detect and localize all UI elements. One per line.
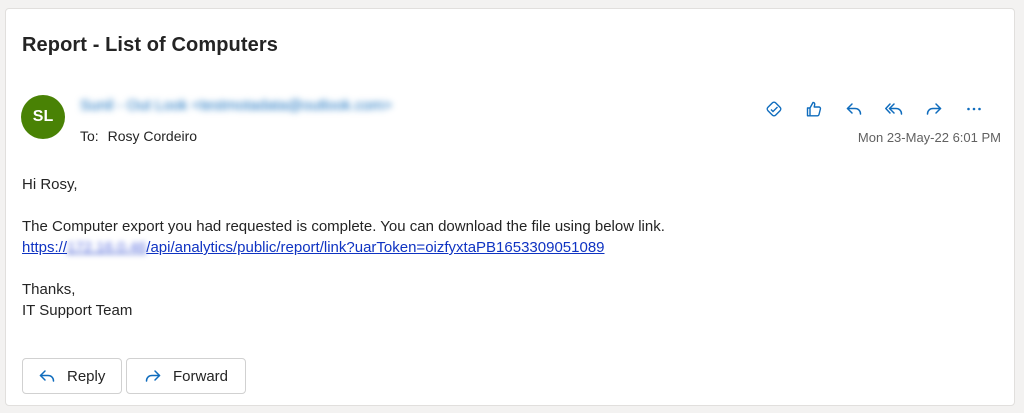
forward-action-button[interactable] (914, 93, 954, 125)
link-prefix: https:// (22, 239, 68, 256)
like-button[interactable] (794, 93, 834, 125)
reply-all-icon (885, 103, 903, 115)
like-icon (806, 101, 822, 117)
recipient-line: To: Rosy Cordeiro (80, 128, 197, 144)
link-host: 172.16.0.46 (67, 239, 147, 256)
more-icon (967, 107, 981, 111)
report-link[interactable]: https://172.16.0.46/api/analytics/public… (22, 239, 605, 256)
reply-button[interactable]: Reply (22, 358, 122, 394)
message-body: Hi Rosy, The Computer export you had req… (22, 174, 665, 321)
email-subject: Report - List of Computers (22, 34, 278, 56)
forward-button[interactable]: Forward (126, 358, 246, 394)
reply-all-button[interactable] (874, 93, 914, 125)
reply-icon (39, 370, 55, 382)
sent-date: Mon 23-May-22 6:01 PM (857, 130, 1001, 145)
reply-action-button[interactable] (834, 93, 874, 125)
signature: IT Support Team (22, 302, 133, 319)
message-toolbar (754, 93, 994, 125)
sensitivity-button[interactable] (754, 93, 794, 125)
greeting: Hi Rosy, (22, 176, 78, 193)
forward-icon (926, 103, 942, 115)
signoff: Thanks, (22, 281, 76, 298)
sender-name[interactable]: Sunil - Out Look <testmotadata@outlook.c… (80, 97, 392, 114)
recipient-name[interactable]: Rosy Cordeiro (108, 128, 197, 144)
forward-icon (145, 370, 161, 382)
forward-button-label: Forward (173, 367, 229, 385)
sensitivity-icon (766, 101, 782, 117)
avatar[interactable]: SL (21, 95, 65, 139)
reply-button-label: Reply (67, 367, 106, 385)
link-path: /api/analytics/public/report/link?uarTok… (146, 239, 605, 256)
to-label: To: (80, 128, 99, 144)
message-card: Report - List of Computers SL Sunil - Ou… (5, 8, 1015, 406)
reply-icon (846, 103, 862, 115)
body-line: The Computer export you had requested is… (22, 218, 665, 235)
more-actions-button[interactable] (954, 93, 994, 125)
